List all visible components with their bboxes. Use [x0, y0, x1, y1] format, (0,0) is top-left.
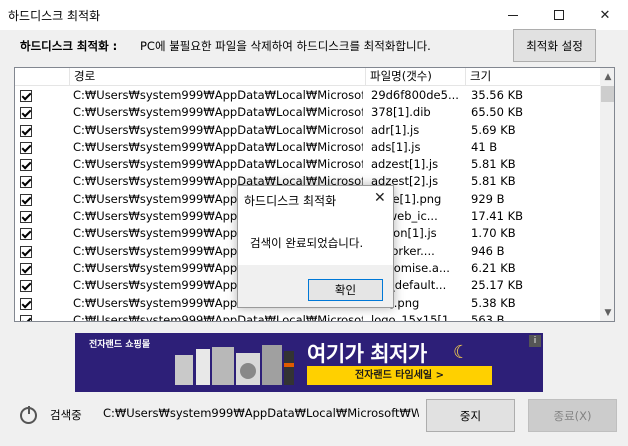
cell-path: C:₩Users₩system999₩AppData₩Local₩Microso… [73, 122, 363, 137]
column-header-path[interactable]: 경로 [70, 68, 366, 86]
vertical-scrollbar[interactable]: ▲ ▼ [600, 68, 614, 321]
cell-path: C:₩Users₩system999₩AppData₩Local₩Microso… [73, 312, 363, 322]
cell-size: 5.81 KB [471, 174, 516, 189]
row-checkbox[interactable] [20, 297, 32, 310]
cell-filename: 29d6f800de5... [371, 88, 459, 102]
cell-size: 5.38 KB [471, 295, 516, 310]
loading-spinner-icon [20, 406, 37, 424]
banner-cta-button[interactable]: 전자랜드 타임세일 > [307, 366, 492, 385]
table-row[interactable]: C:₩Users₩system999₩AppData₩Local₩Microso… [15, 156, 600, 173]
completion-dialog: 하드디스크 최적화 ✕ 검색이 완료되었습니다. 확인 [237, 185, 394, 308]
row-checkbox[interactable] [20, 141, 32, 154]
dialog-message: 검색이 완료되었습니다. [250, 236, 364, 250]
row-checkbox[interactable] [20, 90, 32, 102]
table-row[interactable]: C:₩Users₩system999₩AppData₩Local₩Microso… [15, 87, 600, 104]
cell-path: C:₩Users₩system999₩AppData₩Local₩Microso… [73, 105, 363, 120]
status-current-path: C:₩Users₩system999₩AppData₩Local₩Microso… [103, 406, 419, 420]
table-row[interactable]: C:₩Users₩system999₩AppData₩Local₩Microso… [15, 122, 600, 139]
scroll-down-icon[interactable]: ▼ [600, 304, 614, 321]
ad-banner[interactable]: 전자랜드 쇼핑몰 여기가 최저가 ☾ 전자랜드 타임세일 > i [75, 333, 543, 392]
cell-size: 6.21 KB [471, 260, 516, 275]
cell-size: 946 B [471, 243, 505, 258]
moon-icon: ☾ [453, 342, 470, 363]
header-description: PC에 불필요한 파일을 삭제하여 하드디스크를 최적화합니다. [140, 39, 431, 53]
cell-size: 25.17 KB [471, 278, 524, 293]
row-checkbox[interactable] [20, 228, 32, 241]
row-checkbox[interactable] [20, 124, 32, 137]
row-checkbox[interactable] [20, 159, 32, 172]
dialog-close-icon[interactable]: ✕ [374, 190, 386, 206]
stop-button[interactable]: 중지 [426, 399, 515, 432]
cell-filename: logo_15x15[1... [371, 312, 461, 322]
list-header: 경로 파일명(갯수) 크기 [15, 68, 600, 86]
row-checkbox[interactable] [20, 176, 32, 189]
cell-path: C:₩Users₩system999₩AppData₩Local₩Microso… [73, 157, 363, 172]
table-row[interactable]: C:₩Users₩system999₩AppData₩Local₩Microso… [15, 139, 600, 156]
cell-filename: 378[1].dib [371, 105, 431, 120]
minimize-icon [508, 14, 518, 16]
cell-filename: adr[1].js [371, 122, 420, 137]
cell-size: 5.69 KB [471, 122, 516, 137]
banner-shop-label: 전자랜드 쇼핑몰 [89, 340, 151, 350]
row-checkbox[interactable] [20, 107, 32, 120]
table-row[interactable]: C:₩Users₩system999₩AppData₩Local₩Microso… [15, 104, 600, 121]
cell-size: 65.50 KB [471, 105, 524, 120]
maximize-button[interactable] [536, 0, 582, 30]
row-checkbox[interactable] [20, 262, 32, 275]
optimize-settings-button[interactable]: 최적화 설정 [513, 29, 596, 62]
cell-path: C:₩Users₩system999₩AppData₩Local₩Microso… [73, 88, 363, 102]
header-label: 하드디스크 최적화 : [20, 39, 118, 53]
window-title: 하드디스크 최적화 [8, 8, 101, 23]
minimize-button[interactable] [490, 0, 536, 30]
ad-info-icon[interactable]: i [529, 335, 541, 347]
close-icon: ✕ [599, 7, 611, 23]
row-checkbox[interactable] [20, 314, 32, 321]
cell-size: 35.56 KB [471, 88, 524, 102]
table-row[interactable]: C:₩Users₩system999₩AppData₩Local₩Microso… [15, 312, 600, 322]
cell-filename: ads[1].js [371, 139, 421, 154]
cell-size: 41 B [471, 139, 498, 154]
column-header-filename[interactable]: 파일명(갯수) [366, 68, 466, 86]
column-header-checkbox[interactable] [15, 68, 70, 86]
scroll-up-icon[interactable]: ▲ [600, 68, 614, 85]
dialog-title: 하드디스크 최적화 [244, 194, 337, 208]
row-checkbox[interactable] [20, 211, 32, 224]
cell-size: 5.81 KB [471, 157, 516, 172]
row-checkbox[interactable] [20, 193, 32, 206]
title-bar: 하드디스크 최적화 ✕ [0, 0, 628, 30]
status-label: 검색중 [50, 408, 82, 422]
dialog-title-bar: 하드디스크 최적화 ✕ [238, 186, 393, 214]
row-checkbox[interactable] [20, 280, 32, 293]
scrollbar-thumb[interactable] [601, 86, 614, 102]
banner-headline: 여기가 최저가 [307, 342, 427, 366]
column-header-size[interactable]: 크기 [466, 68, 600, 86]
cell-size: 563 B [471, 312, 505, 322]
exit-button[interactable]: 종료(X) [528, 399, 617, 432]
cell-size: 17.41 KB [471, 209, 524, 224]
cell-path: C:₩Users₩system999₩AppData₩Local₩Microso… [73, 139, 363, 154]
close-button[interactable]: ✕ [582, 0, 628, 30]
cell-size: 1.70 KB [471, 226, 516, 241]
dialog-ok-button[interactable]: 확인 [308, 279, 383, 301]
cell-filename: adzest[1].js [371, 157, 439, 172]
maximize-icon [554, 10, 564, 20]
row-checkbox[interactable] [20, 245, 32, 258]
cell-size: 929 B [471, 191, 505, 206]
